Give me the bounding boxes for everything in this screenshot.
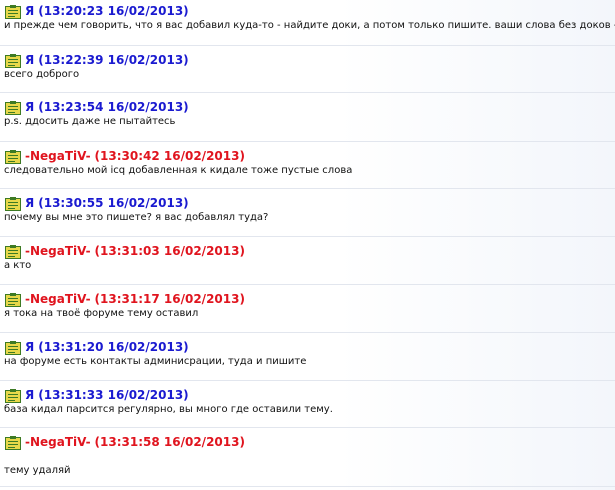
message-text: следовательно мой icq добавленная к кида… xyxy=(4,165,353,176)
sender-nick[interactable]: -NegaTiV- xyxy=(25,244,91,258)
contact-card-icon xyxy=(5,149,21,164)
chat-message: Я (13:31:20 16/02/2013) на форуме есть кон… xyxy=(0,338,615,381)
message-timestamp: (13:30:55 16/02/2013) xyxy=(38,195,189,210)
message-header: Я (13:31:20 16/02/2013) xyxy=(5,338,189,355)
message-timestamp: (13:20:23 16/02/2013) xyxy=(38,3,189,18)
chat-message: -NegaTiV- (13:31:03 16/02/2013) а кто xyxy=(0,242,615,285)
sender-nick[interactable]: Я xyxy=(25,340,34,354)
sender-nick[interactable]: Я xyxy=(25,196,34,210)
message-header: Я (13:22:39 16/02/2013) xyxy=(5,51,189,68)
contact-card-icon xyxy=(5,340,21,355)
message-timestamp: (13:22:39 16/02/2013) xyxy=(38,52,189,67)
sender-nick[interactable]: Я xyxy=(25,4,34,18)
message-text: база кидал парсится регулярно, вы много … xyxy=(4,404,333,415)
message-header: Я (13:30:55 16/02/2013) xyxy=(5,194,189,211)
contact-card-icon xyxy=(5,4,21,19)
chat-message: Я (13:22:39 16/02/2013) всего доброго xyxy=(0,51,615,93)
contact-card-icon xyxy=(5,196,21,211)
chat-message: -NegaTiV- (13:31:17 16/02/2013) я тока на … xyxy=(0,290,615,333)
contact-card-icon xyxy=(5,100,21,115)
chat-message: Я (13:31:33 16/02/2013) база кидал парситс… xyxy=(0,386,615,428)
sender-nick[interactable]: Я xyxy=(25,388,34,402)
chat-message: Я (13:23:54 16/02/2013) p.s. ддосить даже … xyxy=(0,98,615,142)
contact-card-icon xyxy=(5,435,21,450)
message-timestamp: (13:31:58 16/02/2013) xyxy=(94,434,245,449)
message-header: Я (13:23:54 16/02/2013) xyxy=(5,98,189,115)
message-text: p.s. ддосить даже не пытайтесь xyxy=(4,116,176,127)
message-timestamp: (13:31:17 16/02/2013) xyxy=(94,291,245,306)
message-timestamp: (13:31:33 16/02/2013) xyxy=(38,387,189,402)
message-header: -NegaTiV- (13:30:42 16/02/2013) xyxy=(5,147,245,164)
message-header: Я (13:20:23 16/02/2013) xyxy=(5,2,189,19)
chat-message: Я (13:20:23 16/02/2013) и прежде чем говор… xyxy=(0,2,615,46)
contact-card-icon xyxy=(5,388,21,403)
message-text: а кто xyxy=(4,260,32,271)
chat-message: -NegaTiV- (13:31:58 16/02/2013) тему удаля… xyxy=(0,433,615,487)
message-text: я тока на твоё форуме тему оставил xyxy=(4,308,199,319)
chat-message: Я (13:30:55 16/02/2013) почему вы мне это … xyxy=(0,194,615,237)
message-header: Я (13:31:33 16/02/2013) xyxy=(5,386,189,403)
message-text: тему удаляй xyxy=(4,465,71,476)
message-header: -NegaTiV- (13:31:17 16/02/2013) xyxy=(5,290,245,307)
message-timestamp: (13:31:20 16/02/2013) xyxy=(38,339,189,354)
contact-card-icon xyxy=(5,244,21,259)
chat-history[interactable]: Я (13:20:23 16/02/2013) и прежде чем говор… xyxy=(0,0,615,490)
sender-nick[interactable]: -NegaTiV- xyxy=(25,292,91,306)
chat-message: -NegaTiV- (13:30:42 16/02/2013) следовател… xyxy=(0,147,615,189)
message-text: и прежде чем говорить, что я вас добавил… xyxy=(4,20,615,31)
message-text: всего доброго xyxy=(4,69,80,80)
contact-card-icon xyxy=(5,292,21,307)
contact-card-icon xyxy=(5,53,21,68)
sender-nick[interactable]: -NegaTiV- xyxy=(25,149,91,163)
message-timestamp: (13:31:03 16/02/2013) xyxy=(94,243,245,258)
message-header: -NegaTiV- (13:31:58 16/02/2013) xyxy=(5,433,245,450)
message-header: -NegaTiV- (13:31:03 16/02/2013) xyxy=(5,242,245,259)
message-timestamp: (13:23:54 16/02/2013) xyxy=(38,99,189,114)
sender-nick[interactable]: Я xyxy=(25,100,34,114)
message-timestamp: (13:30:42 16/02/2013) xyxy=(94,148,245,163)
sender-nick[interactable]: Я xyxy=(25,53,34,67)
message-text: на форуме есть контакты админисрации, ту… xyxy=(4,356,307,367)
message-text: почему вы мне это пишете? я вас добавлял… xyxy=(4,212,269,223)
sender-nick[interactable]: -NegaTiV- xyxy=(25,435,91,449)
